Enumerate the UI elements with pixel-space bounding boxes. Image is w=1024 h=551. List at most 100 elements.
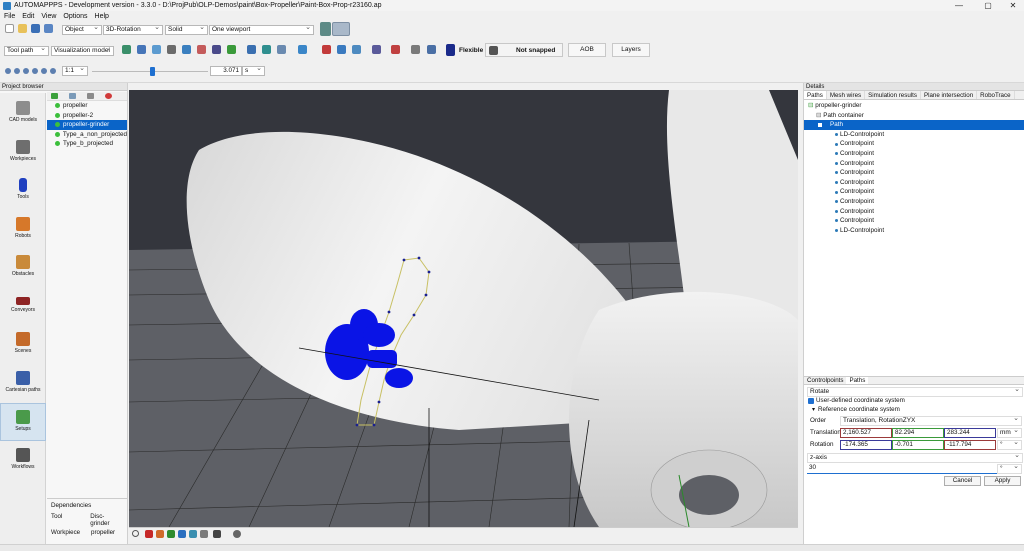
sidebar-item-setups[interactable]: Setups [0, 403, 46, 441]
tree-controlpoint[interactable]: Controlpoint [804, 216, 1024, 226]
time-unit-select[interactable]: s [242, 66, 265, 76]
tree-controlpoint[interactable]: Controlpoint [804, 207, 1024, 217]
path-tool-icon-9[interactable] [247, 45, 256, 54]
rotation-z-field[interactable]: -117.794 [944, 440, 996, 450]
tab-mesh-wires[interactable]: Mesh wires [827, 91, 866, 99]
copy-icon[interactable] [69, 93, 76, 99]
toolpath-select[interactable]: Tool path [4, 46, 49, 56]
tree-controlpoint[interactable]: LD-Controlpoint [804, 226, 1024, 236]
tab-plane-intersection[interactable]: Plane intersection [921, 91, 978, 99]
tree-item[interactable]: propeller-2 [47, 111, 127, 121]
order-select[interactable]: Translation, RotationZYX [840, 416, 1022, 426]
tab-robotrace[interactable]: RoboTrace [977, 91, 1015, 99]
sidebar-item-workflows[interactable]: Workflows [0, 442, 46, 480]
add-icon[interactable] [51, 93, 58, 99]
view-left-icon[interactable] [167, 530, 175, 538]
edit-path-icon-4[interactable] [372, 45, 381, 54]
prev-frame-icon[interactable] [14, 68, 20, 74]
visualization-select[interactable]: Visualization model [51, 46, 114, 56]
view-right-icon[interactable] [178, 530, 186, 538]
translation-y-field[interactable]: 82.294 [892, 428, 944, 438]
path-tool-icon-8[interactable] [227, 45, 236, 54]
path-tool-icon-7[interactable] [212, 45, 221, 54]
user-defined-checkbox[interactable] [808, 398, 814, 404]
delete-icon[interactable] [105, 93, 112, 99]
rotation-y-field[interactable]: -0.701 [892, 440, 944, 450]
camera-icon[interactable] [233, 530, 241, 538]
tab-simulation-results[interactable]: Simulation results [865, 91, 921, 99]
save-icon[interactable] [31, 24, 40, 33]
menu-help[interactable]: Help [91, 13, 112, 20]
edit-path-icon-1[interactable] [322, 45, 331, 54]
path-tool-icon-6[interactable] [197, 45, 206, 54]
cancel-button[interactable]: Cancel [944, 476, 981, 486]
menu-file[interactable]: File [0, 13, 18, 20]
viewport-select[interactable]: One viewport [209, 25, 314, 35]
tree-item[interactable]: propeller [47, 101, 127, 111]
tree-controlpoint[interactable]: Controlpoint [804, 187, 1024, 197]
path-tool-icon-11[interactable] [277, 45, 286, 54]
translation-x-field[interactable]: 2,160.527 [840, 428, 892, 438]
zoom-icon[interactable] [132, 530, 139, 537]
translation-z-field[interactable]: 283.244 [944, 428, 996, 438]
edit-path-icon-5[interactable] [391, 45, 400, 54]
time-slider-thumb[interactable] [150, 67, 156, 76]
view-iso-icon[interactable] [200, 530, 208, 538]
sidebar-item-cad-models[interactable]: CAD models [0, 95, 46, 133]
tree-controlpoint[interactable]: Controlpoint [804, 149, 1024, 159]
edit-path-icon-3[interactable] [352, 45, 361, 54]
play-back-icon[interactable] [23, 68, 29, 74]
tab-paths[interactable]: Paths [804, 91, 827, 99]
scene-render[interactable] [129, 90, 798, 527]
shading-select[interactable]: Solid [165, 25, 208, 35]
sidebar-item-robots[interactable]: Robots [0, 211, 46, 249]
menu-edit[interactable]: Edit [18, 13, 37, 20]
new-file-icon[interactable] [5, 24, 14, 33]
tree-controlpoint[interactable]: Controlpoint [804, 139, 1024, 149]
menu-view[interactable]: View [37, 13, 59, 20]
tree-item[interactable]: Type_b_projected [47, 139, 127, 149]
menu-options[interactable]: Options [59, 13, 90, 20]
sidebar-item-scenes[interactable]: Scenes [0, 326, 46, 364]
next-frame-icon[interactable] [41, 68, 47, 74]
tree-root[interactable]: ⊟ propeller-grinder [804, 101, 1024, 111]
close-icon[interactable]: ✕ [1000, 0, 1024, 11]
expand-icon[interactable]: ▾ [812, 405, 815, 415]
maximize-icon[interactable]: ▢ [975, 0, 1001, 11]
apply-button[interactable]: Apply [984, 476, 1021, 486]
view-front-icon[interactable] [145, 530, 153, 538]
object-select[interactable]: Object [62, 25, 102, 35]
aob-button[interactable]: AOB [568, 43, 606, 57]
tab-lower-paths[interactable]: Paths [846, 377, 869, 384]
collapse-icon[interactable]: ⊟ [816, 111, 821, 121]
path-tool-icon-12[interactable] [298, 45, 307, 54]
angle-input[interactable]: 30 [807, 464, 997, 474]
minimize-icon[interactable]: — [946, 0, 972, 11]
tab-controlpoints[interactable]: Controlpoints [804, 377, 846, 384]
path-tool-icon-5[interactable] [182, 45, 191, 54]
rotation-x-field[interactable]: -174.365 [840, 440, 892, 450]
first-frame-icon[interactable] [5, 68, 11, 74]
path-tool-icon-4[interactable] [167, 45, 176, 54]
view-top-icon[interactable] [189, 530, 197, 538]
tree-controlpoint[interactable]: LD-Controlpoint [804, 130, 1024, 140]
split-view-icon[interactable] [332, 22, 350, 36]
sidebar-item-cartesian-paths[interactable]: Cartesian paths [0, 365, 46, 403]
translation-unit-select[interactable]: mm [997, 428, 1022, 438]
path-tool-icon-2[interactable] [137, 45, 146, 54]
open-folder-icon[interactable] [18, 24, 27, 33]
collapse-icon[interactable]: ⊟ [808, 101, 813, 111]
view-settings-icon[interactable] [213, 530, 221, 538]
tree-path[interactable]: Path [804, 120, 1024, 130]
tree-controlpoint[interactable]: Controlpoint [804, 159, 1024, 169]
path-tool-icon-3[interactable] [152, 45, 161, 54]
path-tool-icon-1[interactable] [122, 45, 131, 54]
sidebar-item-workpieces[interactable]: Workpieces [0, 134, 46, 172]
sidebar-item-obstacles[interactable]: Obstacles [0, 249, 46, 287]
layout-icon[interactable] [320, 22, 331, 36]
save-as-icon[interactable] [44, 24, 53, 33]
tree-path-container[interactable]: ⊟ Path container [804, 111, 1024, 121]
tree-controlpoint[interactable]: Controlpoint [804, 168, 1024, 178]
3d-viewport[interactable] [129, 90, 798, 527]
speed-select[interactable]: 1:1 [62, 66, 88, 76]
